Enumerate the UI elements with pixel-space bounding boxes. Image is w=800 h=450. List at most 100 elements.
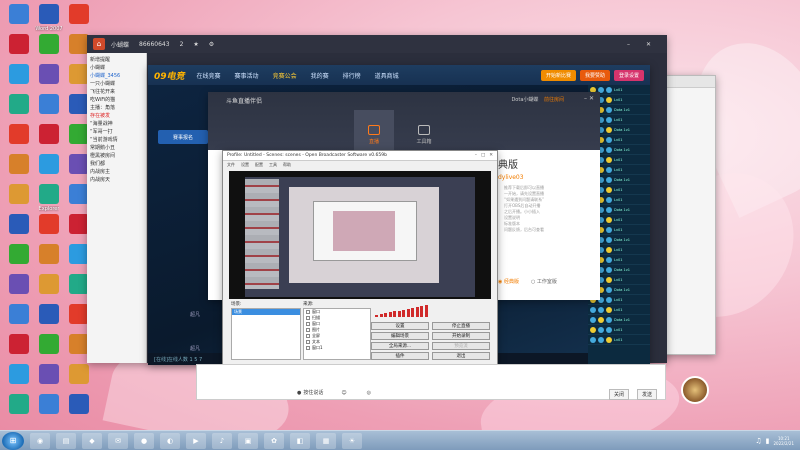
nav-item[interactable]: 道具商城 [375, 71, 399, 80]
desktop-icon[interactable] [4, 274, 34, 294]
desktop-icon[interactable] [64, 364, 94, 384]
star-icon[interactable]: ★ [193, 41, 198, 48]
taskbar-app-icon[interactable]: ● [134, 432, 154, 449]
desktop-icon[interactable] [4, 4, 34, 24]
desktop-icon[interactable] [4, 184, 34, 204]
sponsor-button[interactable]: 我要赞助 [579, 69, 610, 81]
settings-button[interactable]: 设置 [371, 322, 429, 330]
send-button[interactable]: 发送 [636, 389, 657, 400]
obs-menu-item[interactable]: 工具 [269, 162, 277, 168]
friend-list-item[interactable]: 内战房主 [90, 168, 143, 176]
match-room-row[interactable]: Lv01 [588, 325, 650, 335]
radio-classic[interactable]: ◉ 经典版 [498, 278, 519, 285]
event-signup-card[interactable]: 赛事报名 [158, 130, 208, 144]
source-checkbox[interactable] [306, 328, 310, 332]
source-checkbox[interactable] [306, 310, 310, 314]
desktop-icon[interactable] [4, 364, 34, 384]
minimize-icon[interactable]: – [475, 153, 477, 158]
taskbar-app-icon[interactable]: ▤ [56, 432, 76, 449]
tab-live[interactable]: 直播 [354, 110, 394, 150]
desktop-icon[interactable] [34, 364, 64, 384]
home-icon[interactable]: ⌂ [93, 38, 105, 50]
maximize-icon[interactable]: □ [481, 153, 485, 158]
desktop-icon[interactable]: Word 2007 [34, 4, 64, 32]
desktop-icon[interactable] [34, 334, 64, 354]
chat-tool[interactable]: ◎ [367, 390, 373, 396]
nav-item[interactable]: 排行榜 [343, 71, 361, 80]
taskbar-app-icon[interactable]: ♪ [212, 432, 232, 449]
taskbar-app-icon[interactable]: ◆ [82, 432, 102, 449]
friend-list-item[interactable]: 内战房天 [90, 176, 143, 184]
match-room-row[interactable]: Lv01 [588, 335, 650, 345]
nav-item[interactable]: 我的赛 [311, 71, 329, 80]
gear-icon[interactable]: ⚙ [209, 41, 214, 48]
start-button[interactable]: ⊞ [2, 431, 24, 450]
desktop-icon[interactable] [4, 64, 34, 84]
match-room-row[interactable]: Lv01 [588, 305, 650, 315]
chat-tool[interactable]: ☺ [341, 390, 348, 396]
sources-list[interactable]: 窗口 扫描 窗口 图片 全屏 文本 窗口1 [303, 308, 371, 360]
nav-item[interactable]: 赛事活动 [235, 71, 259, 80]
desktop-icon[interactable] [4, 304, 34, 324]
volume-icon[interactable]: ♫ [755, 437, 761, 445]
edition-link[interactable]: dylive03 [498, 174, 592, 181]
friend-list-item[interactable]: 吃WiFi的猫 [90, 96, 143, 104]
taskbar-app-icon[interactable]: ▦ [316, 432, 336, 449]
desktop-icon[interactable] [34, 124, 64, 144]
push-to-talk[interactable]: ● 按住说话 [297, 389, 323, 397]
global-sources-button[interactable]: 全局来源... [371, 342, 429, 350]
friend-list-item[interactable]: 小蝴蝶_3456 [90, 72, 143, 80]
close-icon[interactable]: ✕ [646, 41, 651, 48]
desktop-icon[interactable] [4, 154, 34, 174]
obs-menu-item[interactable]: 设置 [241, 162, 249, 168]
close-icon[interactable]: ✕ [489, 153, 493, 158]
source-checkbox[interactable] [306, 334, 310, 338]
network-icon[interactable]: ▮ [766, 437, 770, 445]
start-recording-button[interactable]: 开始录制 [432, 332, 490, 340]
desktop-icon[interactable] [64, 394, 94, 414]
source-checkbox[interactable] [306, 346, 310, 350]
exit-button[interactable]: 退出 [432, 352, 490, 360]
plugins-button[interactable]: 插件 [371, 352, 429, 360]
desktop-icon[interactable]: Explorer [34, 184, 64, 212]
desktop-icon[interactable] [34, 274, 64, 294]
desktop-icon[interactable] [4, 244, 34, 264]
close-chat-button[interactable]: 关闭 [608, 389, 629, 400]
friend-list-item[interactable]: “海量战神 [90, 120, 143, 128]
desktop-icon[interactable] [4, 34, 34, 54]
desktop-icon[interactable] [34, 154, 64, 174]
chat-input-box[interactable]: ● 按住说话 ☺ ◎ 关闭 发送 [196, 364, 666, 400]
nav-item[interactable]: 竞赛公会 [273, 71, 297, 80]
obs-menu-item[interactable]: 文件 [227, 162, 235, 168]
taskbar-app-icon[interactable]: ▣ [238, 432, 258, 449]
source-item[interactable]: 窗口1 [304, 345, 370, 351]
obs-menu-item[interactable]: 配置 [255, 162, 263, 168]
stop-stream-button[interactable]: 停止直播 [432, 322, 490, 330]
source-checkbox[interactable] [306, 316, 310, 320]
obs-menu-item[interactable]: 帮助 [283, 162, 291, 168]
clock[interactable]: 10:21 2022/2/21 [773, 436, 794, 446]
taskbar-app-icon[interactable]: ◧ [290, 432, 310, 449]
desktop-icon[interactable] [4, 94, 34, 114]
obs-window[interactable]: Profile: Untitled - Scenes: scenes - Ope… [222, 150, 498, 376]
friend-list-item[interactable]: 我们都 [90, 160, 143, 168]
desktop-icon[interactable] [34, 214, 64, 234]
desktop-icon[interactable] [34, 64, 64, 84]
tab-toolbox[interactable]: 工具箱 [404, 110, 444, 150]
match-room-row[interactable]: Dota 1v1 [588, 315, 650, 325]
taskbar-app-icon[interactable]: ☀ [342, 432, 362, 449]
taskbar-app-icon[interactable]: ✿ [264, 432, 284, 449]
friend-list-item[interactable]: 主播：角落 [90, 104, 143, 112]
desktop-icon[interactable] [64, 4, 94, 24]
obs-preview[interactable] [229, 171, 491, 299]
close-icon[interactable]: ✕ [589, 95, 594, 102]
desktop-icon[interactable] [4, 124, 34, 144]
friend-list-item[interactable]: 新增提醒 [90, 56, 143, 64]
taskbar-app-icon[interactable]: ✉ [108, 432, 128, 449]
edit-scene-button[interactable]: 编辑场景 [371, 332, 429, 340]
desktop-icon[interactable] [34, 394, 64, 414]
friend-list-item[interactable]: 橙黑被房间 [90, 152, 143, 160]
start-match-button[interactable]: 开始新比赛 [540, 69, 576, 81]
desktop-icon[interactable] [4, 334, 34, 354]
taskbar-app-icon[interactable]: ▶ [186, 432, 206, 449]
